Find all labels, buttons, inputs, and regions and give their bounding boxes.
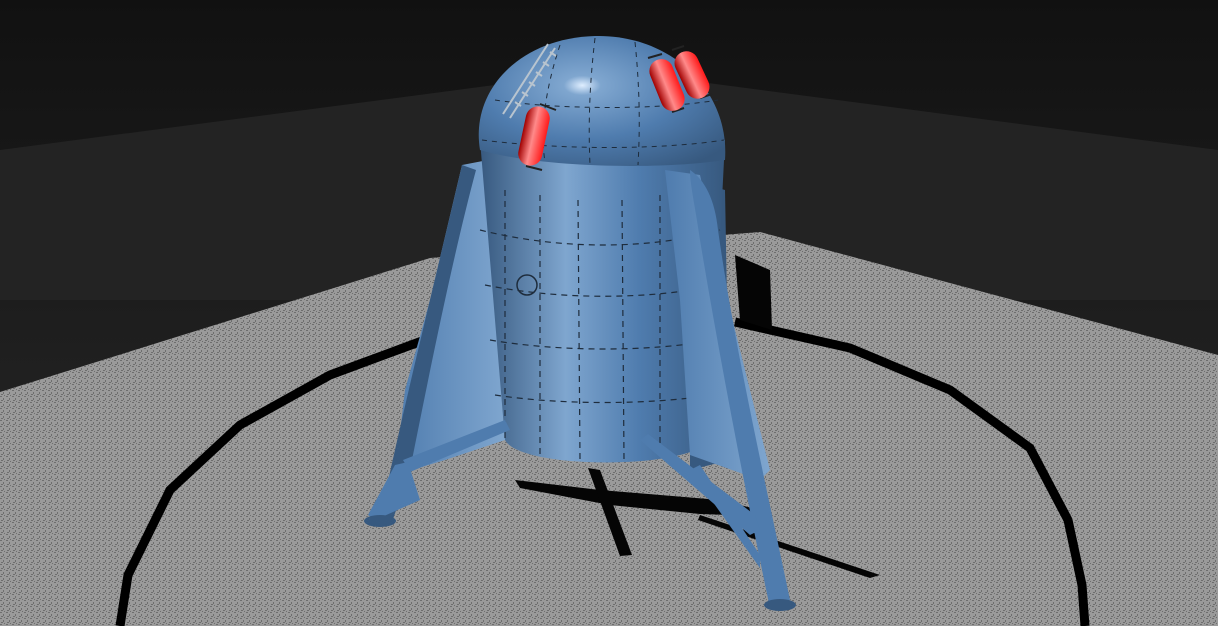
foot-left [364,515,396,527]
foot-right [764,599,796,611]
3d-viewport[interactable] [0,0,1218,626]
